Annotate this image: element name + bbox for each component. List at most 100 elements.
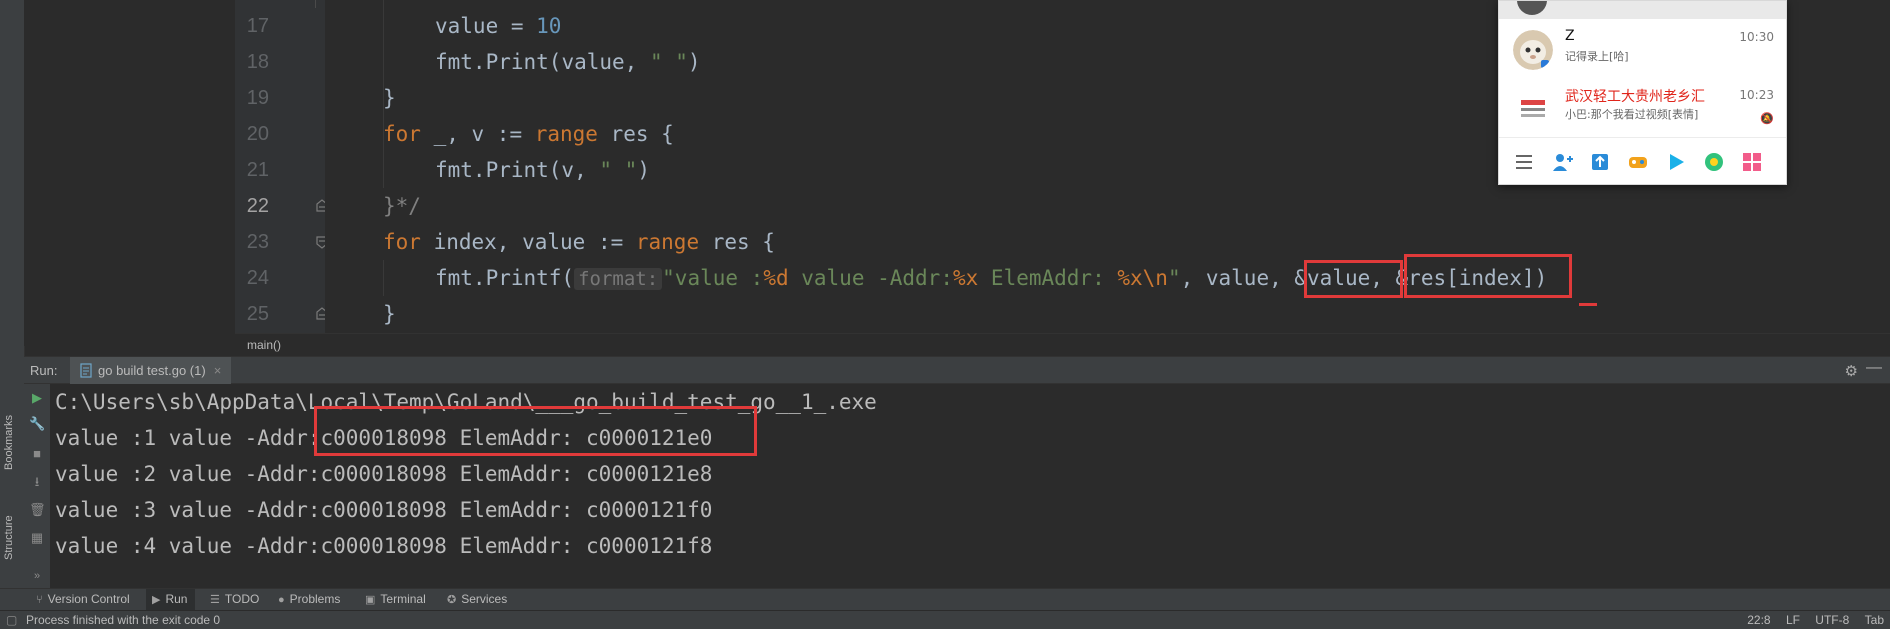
code-line: value = 10 (435, 8, 561, 44)
apps-icon[interactable] (1741, 151, 1763, 173)
indent-setting[interactable]: Tab (1865, 613, 1884, 627)
code-token: 10 (536, 14, 562, 38)
code-token: }*/ (383, 194, 421, 218)
add-contact-icon[interactable] (1551, 151, 1573, 173)
toolwindow-label: TODO (224, 592, 260, 606)
code-token: ) (687, 50, 701, 74)
code-token: range (534, 122, 598, 146)
upload-icon[interactable] (1589, 151, 1611, 173)
services-icon: ✪ (447, 594, 457, 606)
code-token: res { (699, 230, 775, 254)
line-number: 24 (246, 267, 269, 289)
panel-toggle-icon[interactable]: ▢ (6, 611, 17, 629)
video-icon[interactable] (1665, 151, 1687, 173)
toolwindow-version-control[interactable]: ⑂ Version Control (30, 589, 138, 610)
console-line: value :2 value -Addr:c000018098 ElemAddr… (55, 462, 713, 486)
code-token: fmt.Print(v, (435, 158, 600, 182)
chat-popup: Z 记得录上[哈] 10:30 武汉轻工大贵州老乡汇 小巴:那个我看过视频[表情… (1498, 0, 1787, 185)
console-line: value :4 value -Addr:c000018098 ElemAddr… (55, 534, 713, 558)
music-icon[interactable] (1703, 151, 1725, 173)
trash-icon[interactable]: 🗑 (29, 502, 46, 518)
wrench-icon[interactable]: 🔧 (29, 416, 45, 432)
chat-name: 武汉轻工大贵州老乡汇 (1565, 89, 1705, 105)
indent-guide (383, 260, 384, 296)
layout-icon[interactable]: ▦ (29, 530, 45, 546)
toolwindow-todo[interactable]: ☰ TODO (204, 589, 267, 610)
run-tab-label: go build test.go (1) (98, 363, 206, 378)
code-token: , value, (1180, 266, 1295, 290)
chat-item[interactable]: Z 记得录上[哈] 10:30 (1499, 21, 1786, 79)
terminal-icon: ▣ (365, 594, 376, 606)
code-line: } (383, 296, 396, 332)
status-bar: ▢ Process finished with the exit code 0 … (0, 610, 1890, 629)
run-config-tab[interactable]: go build test.go (1) × (70, 357, 232, 384)
caret-position[interactable]: 22:8 (1747, 613, 1770, 627)
line-number-gutter[interactable]: 17 18 19 20 21 22 23 24 25 (235, 0, 328, 346)
code-line: }*/ (383, 188, 421, 224)
code-token: res { (597, 122, 674, 146)
code-token: value -Addr: (788, 266, 953, 290)
code-token: " (1167, 266, 1181, 290)
chat-time: 10:30 (1739, 30, 1774, 44)
code-token: %x\n (1117, 266, 1168, 290)
stop-icon[interactable]: ■ (29, 446, 45, 462)
chat-time: 10:23 (1739, 88, 1774, 102)
code-token: index, value := (420, 230, 636, 254)
code-token: for (383, 230, 421, 254)
code-token: %d (763, 266, 789, 290)
line-number: 17 (246, 15, 269, 37)
chat-previous-item[interactable] (1499, 1, 1786, 19)
code-token: fmt. (435, 50, 486, 74)
go-file-icon (80, 363, 92, 378)
avatar (1513, 30, 1553, 70)
code-token: "value : (662, 266, 764, 290)
more-icon[interactable]: » (29, 568, 45, 584)
toolwindow-label: Problems (289, 592, 341, 606)
tool-window-bar: ⑂ Version Control ▶ Run ☰ TODO ● Problems ▣ T… (0, 588, 1890, 610)
line-number: 19 (246, 87, 269, 109)
chat-item[interactable]: 武汉轻工大贵州老乡汇 小巴:那个我看过视频[表情] 10:23 🔕 (1499, 79, 1786, 137)
mute-icon: 🔕 (1760, 112, 1774, 125)
code-line: for _, v := range res { (383, 116, 674, 152)
line-separator[interactable]: LF (1786, 613, 1800, 627)
breadcrumb[interactable]: main() (235, 333, 1890, 355)
file-encoding[interactable]: UTF-8 (1815, 613, 1849, 627)
chat-message: 小巴:那个我看过视频[表情] (1565, 108, 1699, 121)
toolwindow-run[interactable]: ▶ Run (146, 589, 196, 610)
fold-guide (315, 0, 316, 8)
code-token: range (635, 230, 700, 254)
structure-tab[interactable]: Structure (3, 515, 15, 560)
code-token: %x (952, 266, 979, 290)
menu-icon[interactable] (1513, 151, 1535, 173)
code-token: " " (649, 50, 688, 74)
code-token: fmt.Printf( (435, 266, 575, 290)
error-underline (1579, 303, 1597, 306)
close-tab-icon[interactable]: × (214, 363, 222, 378)
line-number: 18 (246, 51, 269, 73)
minimize-icon[interactable]: — (1866, 359, 1882, 377)
rerun-icon[interactable]: ▶ (29, 390, 45, 406)
code-line: } (383, 80, 396, 116)
code-token: ) (637, 158, 650, 182)
run-toolbar: ▶ 🔧 ■ ⭳ 🗑 ▦ » (24, 384, 50, 590)
line-number: 25 (246, 303, 269, 325)
toolwindow-services[interactable]: ✪ Services (441, 589, 515, 610)
bookmarks-tab[interactable]: Bookmarks (3, 415, 15, 470)
toolwindow-terminal[interactable]: ▣ Terminal (359, 589, 434, 610)
code-token: ElemAddr: (978, 266, 1118, 290)
chat-name: Z (1565, 28, 1575, 44)
toolwindow-label: Services (461, 592, 508, 606)
scroll-to-end-icon[interactable]: ⭳ (29, 474, 45, 490)
avatar (1517, 94, 1549, 122)
code-token: value = (435, 14, 537, 38)
editor-blank-area (24, 0, 235, 346)
line-number-current: 22 (246, 195, 269, 217)
list-icon: ☰ (210, 594, 220, 606)
code-token: } (383, 302, 396, 326)
game-icon[interactable] (1627, 151, 1649, 173)
status-message: Process finished with the exit code 0 (26, 613, 221, 627)
chat-toolbar (1499, 137, 1786, 184)
toolwindow-problems[interactable]: ● Problems (272, 589, 348, 610)
chat-message: 记得录上[哈] (1565, 50, 1629, 63)
gear-icon[interactable]: ⚙ (1845, 362, 1858, 380)
